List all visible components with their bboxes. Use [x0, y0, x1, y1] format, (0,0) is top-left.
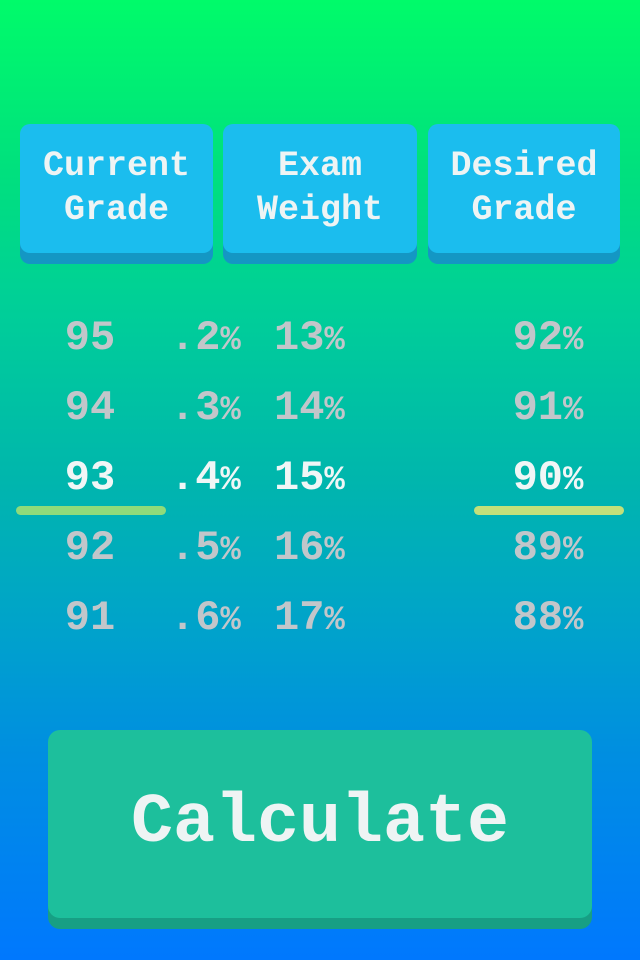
picker-value: 95 — [64, 314, 116, 362]
picker-value: 15 — [274, 454, 325, 502]
percent-sign: % — [324, 602, 345, 640]
desired-grade-picker[interactable]: 92% 91% 90% 89% 88% — [476, 303, 620, 653]
picker-value: .3 — [170, 384, 221, 432]
picker-row[interactable]: 91% — [476, 373, 620, 443]
picker-row[interactable]: 16% — [274, 513, 374, 583]
calculate-button[interactable]: Calculate — [48, 730, 592, 918]
picker-row[interactable]: .2% — [170, 303, 260, 373]
percent-sign: % — [324, 462, 345, 500]
current-grade-header-button[interactable]: Current Grade — [20, 124, 213, 253]
picker-row[interactable]: 17% — [274, 583, 374, 653]
current-grade-label-line2: Grade — [63, 190, 170, 230]
exam-weight-label-line1: Exam — [277, 146, 362, 186]
percent-sign: % — [220, 322, 241, 360]
percent-sign: % — [220, 532, 241, 570]
percent-sign: % — [563, 532, 584, 570]
picker-value: 89 — [512, 524, 563, 572]
current-grade-selection-indicator — [16, 506, 166, 515]
picker-row[interactable]: 94 — [20, 373, 160, 443]
picker-value: .5 — [170, 524, 221, 572]
picker-row[interactable]: .3% — [170, 373, 260, 443]
exam-weight-decimal-picker[interactable]: .2% .3% .4% .5% .6% — [170, 303, 260, 653]
picker-value: .6 — [170, 594, 221, 642]
picker-row[interactable]: 13% — [274, 303, 374, 373]
picker-row-selected[interactable]: .4% — [170, 443, 260, 513]
picker-value: 17 — [274, 594, 325, 642]
percent-sign: % — [220, 392, 241, 430]
picker-value: 16 — [274, 524, 325, 572]
percent-sign: % — [324, 322, 345, 360]
picker-row[interactable]: 89% — [476, 513, 620, 583]
picker-value: .4 — [170, 454, 221, 502]
picker-row[interactable]: 95 — [20, 303, 160, 373]
picker-row[interactable]: 92 — [20, 513, 160, 583]
picker-row[interactable]: 91 — [20, 583, 160, 653]
desired-grade-header-button[interactable]: Desired Grade — [428, 124, 620, 253]
percent-sign: % — [324, 392, 345, 430]
picker-row-selected[interactable]: 90% — [476, 443, 620, 513]
picker-row[interactable]: 14% — [274, 373, 374, 443]
percent-sign: % — [563, 392, 584, 430]
picker-value: 92 — [512, 314, 563, 362]
percent-sign: % — [220, 462, 241, 500]
desired-grade-selection-indicator — [474, 506, 624, 515]
percent-sign: % — [563, 462, 584, 500]
exam-weight-header-button[interactable]: Exam Weight — [223, 124, 417, 253]
percent-sign: % — [563, 322, 584, 360]
picker-value: 94 — [64, 384, 116, 432]
picker-value: .2 — [170, 314, 221, 362]
picker-row[interactable]: 92% — [476, 303, 620, 373]
desired-grade-label-line1: Desired — [450, 146, 598, 186]
picker-value: 14 — [274, 384, 325, 432]
picker-value: 91 — [512, 384, 563, 432]
picker-row[interactable]: .5% — [170, 513, 260, 583]
current-grade-label-line1: Current — [42, 146, 191, 186]
picker-row-selected[interactable]: 15% — [274, 443, 374, 513]
picker-value: 91 — [64, 594, 116, 642]
picker-value: 90 — [512, 454, 563, 502]
picker-value: 93 — [64, 454, 116, 502]
percent-sign: % — [220, 602, 241, 640]
picker-value: 88 — [512, 594, 563, 642]
exam-weight-label-line2: Weight — [256, 190, 384, 230]
exam-weight-integer-picker[interactable]: 13% 14% 15% 16% 17% — [274, 303, 374, 653]
percent-sign: % — [324, 532, 345, 570]
desired-grade-label-line2: Grade — [471, 190, 577, 230]
current-grade-picker[interactable]: 95 94 93 92 91 — [20, 303, 160, 653]
picker-row-selected[interactable]: 93 — [20, 443, 160, 513]
percent-sign: % — [563, 602, 584, 640]
picker-value: 13 — [274, 314, 325, 362]
picker-row[interactable]: .6% — [170, 583, 260, 653]
picker-value: 92 — [64, 524, 116, 572]
picker-row[interactable]: 88% — [476, 583, 620, 653]
